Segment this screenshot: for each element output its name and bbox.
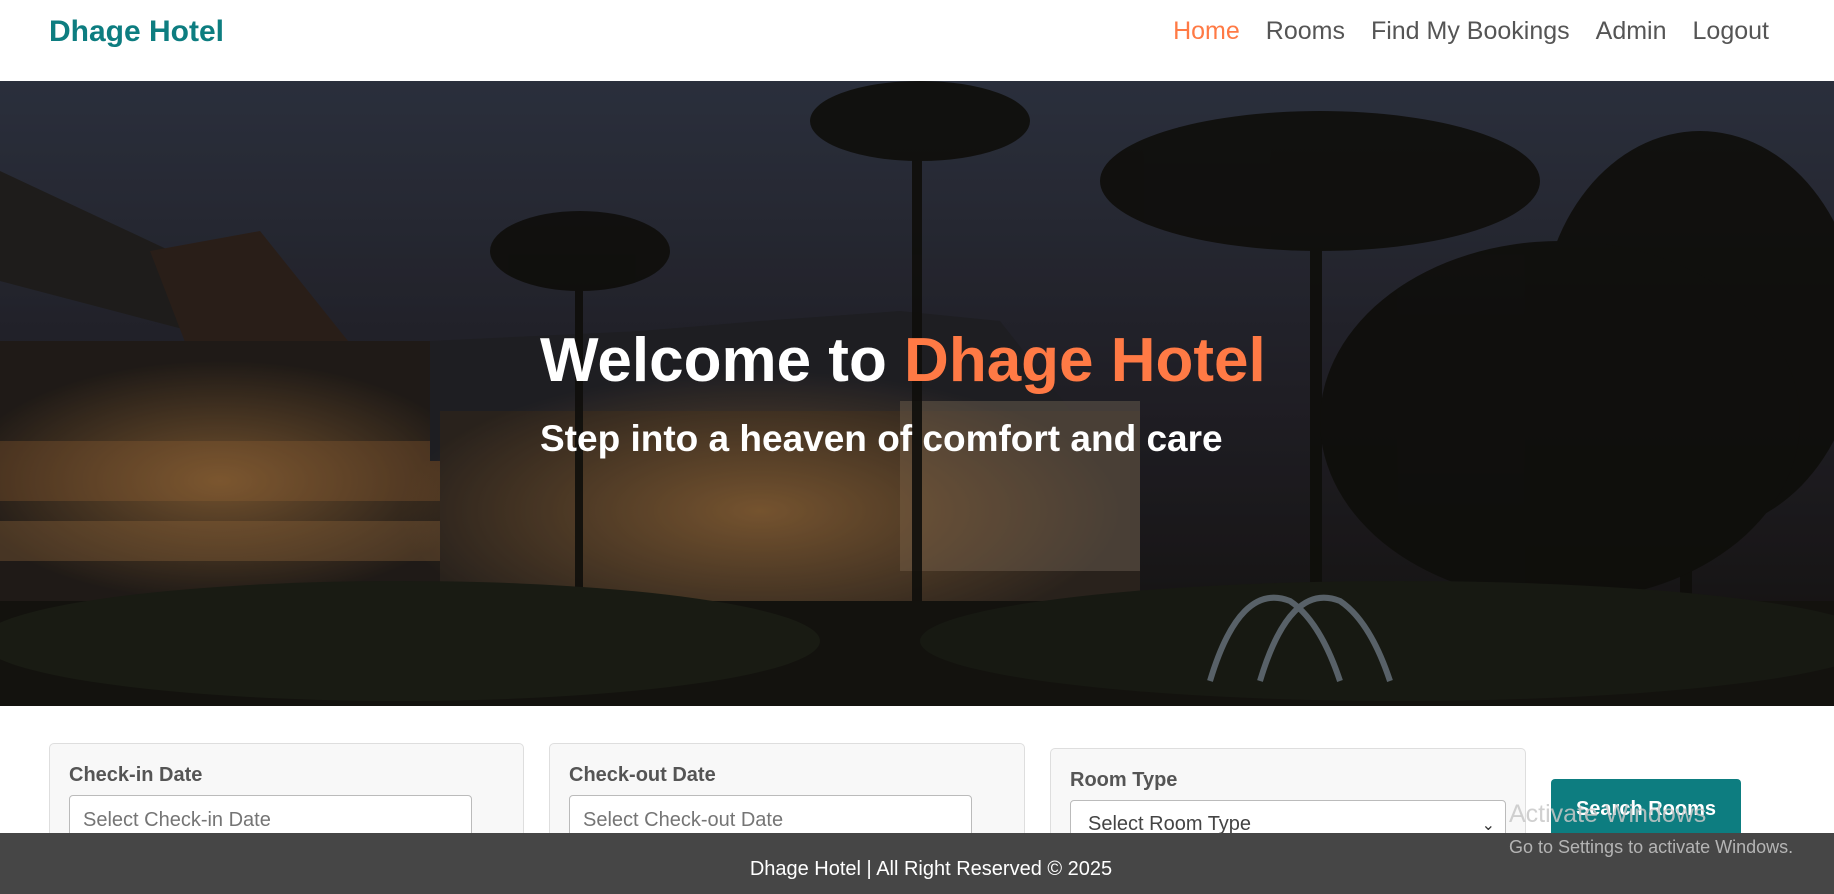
watermark-title: Activate Windows	[1509, 800, 1707, 828]
hero-title-prefix: Welcome to	[540, 326, 905, 395]
nav-find-my-bookings[interactable]: Find My Bookings	[1371, 17, 1570, 46]
nav-rooms[interactable]: Rooms	[1266, 17, 1345, 46]
footer-copyright: Dhage Hotel | All Right Reserved © 2025	[749, 858, 1113, 880]
roomtype-label: Room Type	[1070, 769, 1178, 791]
hero-subtitle: Step into a heaven of comfort and care	[540, 418, 1223, 459]
hero-title: Welcome to Dhage Hotel	[540, 325, 1266, 396]
checkout-label: Check-out Date	[569, 764, 716, 786]
hero-banner: Welcome to Dhage Hotel Step into a heave…	[0, 81, 1834, 706]
watermark-subtitle: Go to Settings to activate Windows.	[1509, 837, 1794, 857]
navbar: Dhage Hotel Home Rooms Find My Bookings …	[0, 0, 1834, 81]
nav-logout[interactable]: Logout	[1693, 17, 1769, 46]
brand-logo[interactable]: Dhage Hotel	[49, 15, 224, 49]
nav-links: Home Rooms Find My Bookings Admin Logout	[1173, 17, 1769, 46]
chevron-down-icon: ⌄	[1481, 817, 1495, 834]
nav-admin[interactable]: Admin	[1596, 17, 1667, 46]
checkin-label: Check-in Date	[69, 764, 203, 786]
roomtype-selected-value: Select Room Type	[1088, 813, 1252, 835]
nav-home[interactable]: Home	[1173, 17, 1240, 46]
windows-activation-watermark: Activate Windows Go to Settings to activ…	[1509, 800, 1793, 858]
hero-title-accent: Dhage Hotel	[904, 326, 1266, 395]
